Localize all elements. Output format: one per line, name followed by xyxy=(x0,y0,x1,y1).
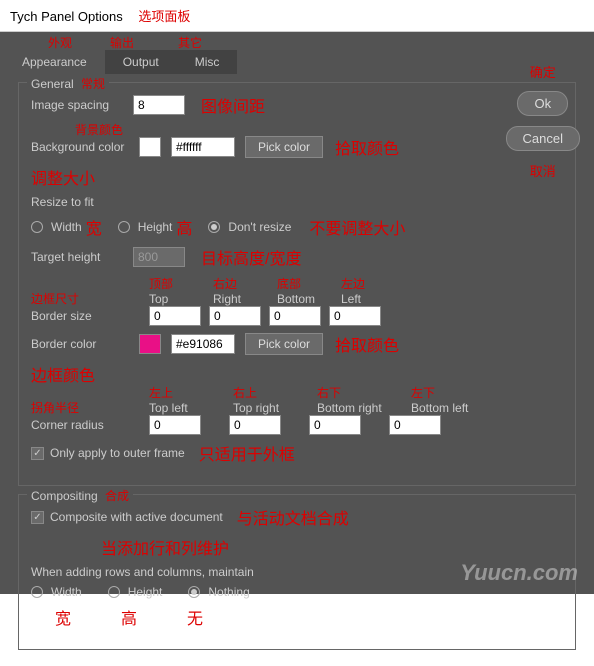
resize-lbl: Resize to fit xyxy=(31,195,94,209)
bg-swatch[interactable] xyxy=(139,137,161,157)
border-size-lbl: Border size xyxy=(31,309,139,323)
hdr-bl: Bottom left xyxy=(411,401,475,415)
bg-hex-input[interactable] xyxy=(171,137,235,157)
resize-cn: 调整大小 xyxy=(31,165,95,189)
outer-frame-cn: 只适用于外框 xyxy=(199,441,295,465)
radio-maintain-nothing[interactable] xyxy=(188,586,200,598)
composite-checkbox[interactable]: ✓ xyxy=(31,511,44,524)
corner-tl-input[interactable] xyxy=(149,415,201,435)
maintain-nothing: Nothing xyxy=(208,585,249,599)
compositing-legend: Compositing 合成 xyxy=(27,487,133,504)
hdr-bl-cn: 左下 xyxy=(411,384,475,401)
target-input xyxy=(133,247,185,267)
window-title: Tych Panel Options xyxy=(10,9,123,24)
corner-br-input[interactable] xyxy=(309,415,361,435)
maintain-height-cn: 高 xyxy=(121,605,137,629)
hdr-tr-cn: 右上 xyxy=(233,384,297,401)
hdr-br: Bottom right xyxy=(317,401,391,415)
border-left-input[interactable] xyxy=(329,306,381,326)
corner-cn: 拐角半径 xyxy=(31,399,79,416)
radio-dont-resize[interactable] xyxy=(208,221,220,233)
hdr-tl: Top left xyxy=(149,401,213,415)
width-cn: 宽 xyxy=(86,215,102,239)
dont-resize-lbl: Don't resize xyxy=(228,220,291,234)
compositing-legend-en: Compositing xyxy=(31,489,98,503)
hdr-top-cn: 顶部 xyxy=(149,275,205,292)
maintain-nothing-cn: 无 xyxy=(187,605,203,629)
bg-pick-cn: 拾取颜色 xyxy=(335,135,399,159)
ok-button[interactable]: Ok xyxy=(517,91,568,116)
tab-appearance[interactable]: Appearance xyxy=(4,50,105,74)
border-swatch[interactable] xyxy=(139,334,161,354)
corner-lbl: Corner radius xyxy=(31,418,139,432)
dont-resize-cn: 不要调整大小 xyxy=(309,215,405,239)
bg-pick-color-button[interactable]: Pick color xyxy=(245,136,323,158)
tabs: Appearance Output Misc xyxy=(4,50,590,74)
maintain-width-cn: 宽 xyxy=(55,605,71,629)
border-hex-input[interactable] xyxy=(171,334,235,354)
hdr-right-cn: 右边 xyxy=(213,275,269,292)
border-bottom-input[interactable] xyxy=(269,306,321,326)
hdr-tl-cn: 左上 xyxy=(149,384,213,401)
main-panel: 外观 输出 其它 Appearance Output Misc General … xyxy=(0,32,594,594)
maintain-lbl: When adding rows and columns, maintain xyxy=(31,565,254,579)
hdr-bottom: Bottom xyxy=(277,292,333,306)
maintain-width: Width xyxy=(51,585,82,599)
radio-maintain-width[interactable] xyxy=(31,586,43,598)
radio-height[interactable] xyxy=(118,221,130,233)
general-legend-en: General xyxy=(31,77,74,91)
bg-label: Background color xyxy=(31,140,139,154)
corner-bl-input[interactable] xyxy=(389,415,441,435)
border-color-lbl: Border color xyxy=(31,337,139,351)
hdr-left: Left xyxy=(341,292,397,306)
compositing-legend-cn: 合成 xyxy=(105,489,129,503)
border-pick-cn: 拾取颜色 xyxy=(335,332,399,356)
hdr-br-cn: 右下 xyxy=(317,384,391,401)
maintain-cn: 当添加行和列维护 xyxy=(101,535,229,559)
hdr-tr: Top right xyxy=(233,401,297,415)
tab-output-cn: 输出 xyxy=(110,34,134,51)
outer-frame-checkbox[interactable]: ✓ xyxy=(31,447,44,460)
border-top-input[interactable] xyxy=(149,306,201,326)
height-cn: 高 xyxy=(176,215,192,239)
radio-maintain-height[interactable] xyxy=(108,586,120,598)
target-lbl: Target height xyxy=(31,250,133,264)
hdr-right: Right xyxy=(213,292,269,306)
general-legend-cn: 常规 xyxy=(81,77,105,91)
hdr-left-cn: 左边 xyxy=(341,275,397,292)
hdr-top: Top xyxy=(149,292,205,306)
tab-appearance-cn: 外观 xyxy=(48,34,72,51)
width-lbl: Width xyxy=(51,220,82,234)
border-right-input[interactable] xyxy=(209,306,261,326)
image-spacing-cn: 图像间距 xyxy=(201,93,265,117)
ok-cn: 确定 xyxy=(530,62,556,81)
outer-frame-lbl: Only apply to outer frame xyxy=(50,446,185,460)
image-spacing-label: Image spacing xyxy=(31,98,133,112)
maintain-height: Height xyxy=(128,585,163,599)
titlebar: Tych Panel Options 选项面板 xyxy=(0,0,594,32)
composite-lbl: Composite with active document xyxy=(50,510,223,524)
border-pick-color-button[interactable]: Pick color xyxy=(245,333,323,355)
corner-tr-input[interactable] xyxy=(229,415,281,435)
hdr-bottom-cn: 底部 xyxy=(277,275,333,292)
cancel-button[interactable]: Cancel xyxy=(506,126,580,151)
border-color-cn: 边框颜色 xyxy=(31,362,95,386)
watermark: Yuucn.com xyxy=(460,560,578,586)
general-fieldset: General 常规 Image spacing 图像间距 背景颜色 Backg… xyxy=(18,82,576,486)
radio-width[interactable] xyxy=(31,221,43,233)
image-spacing-input[interactable] xyxy=(133,95,185,115)
tab-misc-cn: 其它 xyxy=(178,34,202,51)
composite-cn: 与活动文档合成 xyxy=(237,505,349,529)
height-lbl: Height xyxy=(138,220,173,234)
window-title-cn: 选项面板 xyxy=(138,9,190,24)
general-legend: General 常规 xyxy=(27,75,109,92)
tab-misc[interactable]: Misc xyxy=(177,50,238,74)
tab-output[interactable]: Output xyxy=(105,50,177,74)
border-size-cn: 边框尺寸 xyxy=(31,290,79,307)
cancel-cn: 取消 xyxy=(530,161,556,180)
target-cn: 目标高度/宽度 xyxy=(201,245,301,269)
right-buttons: 确定 Ok Cancel 取消 xyxy=(506,62,580,180)
